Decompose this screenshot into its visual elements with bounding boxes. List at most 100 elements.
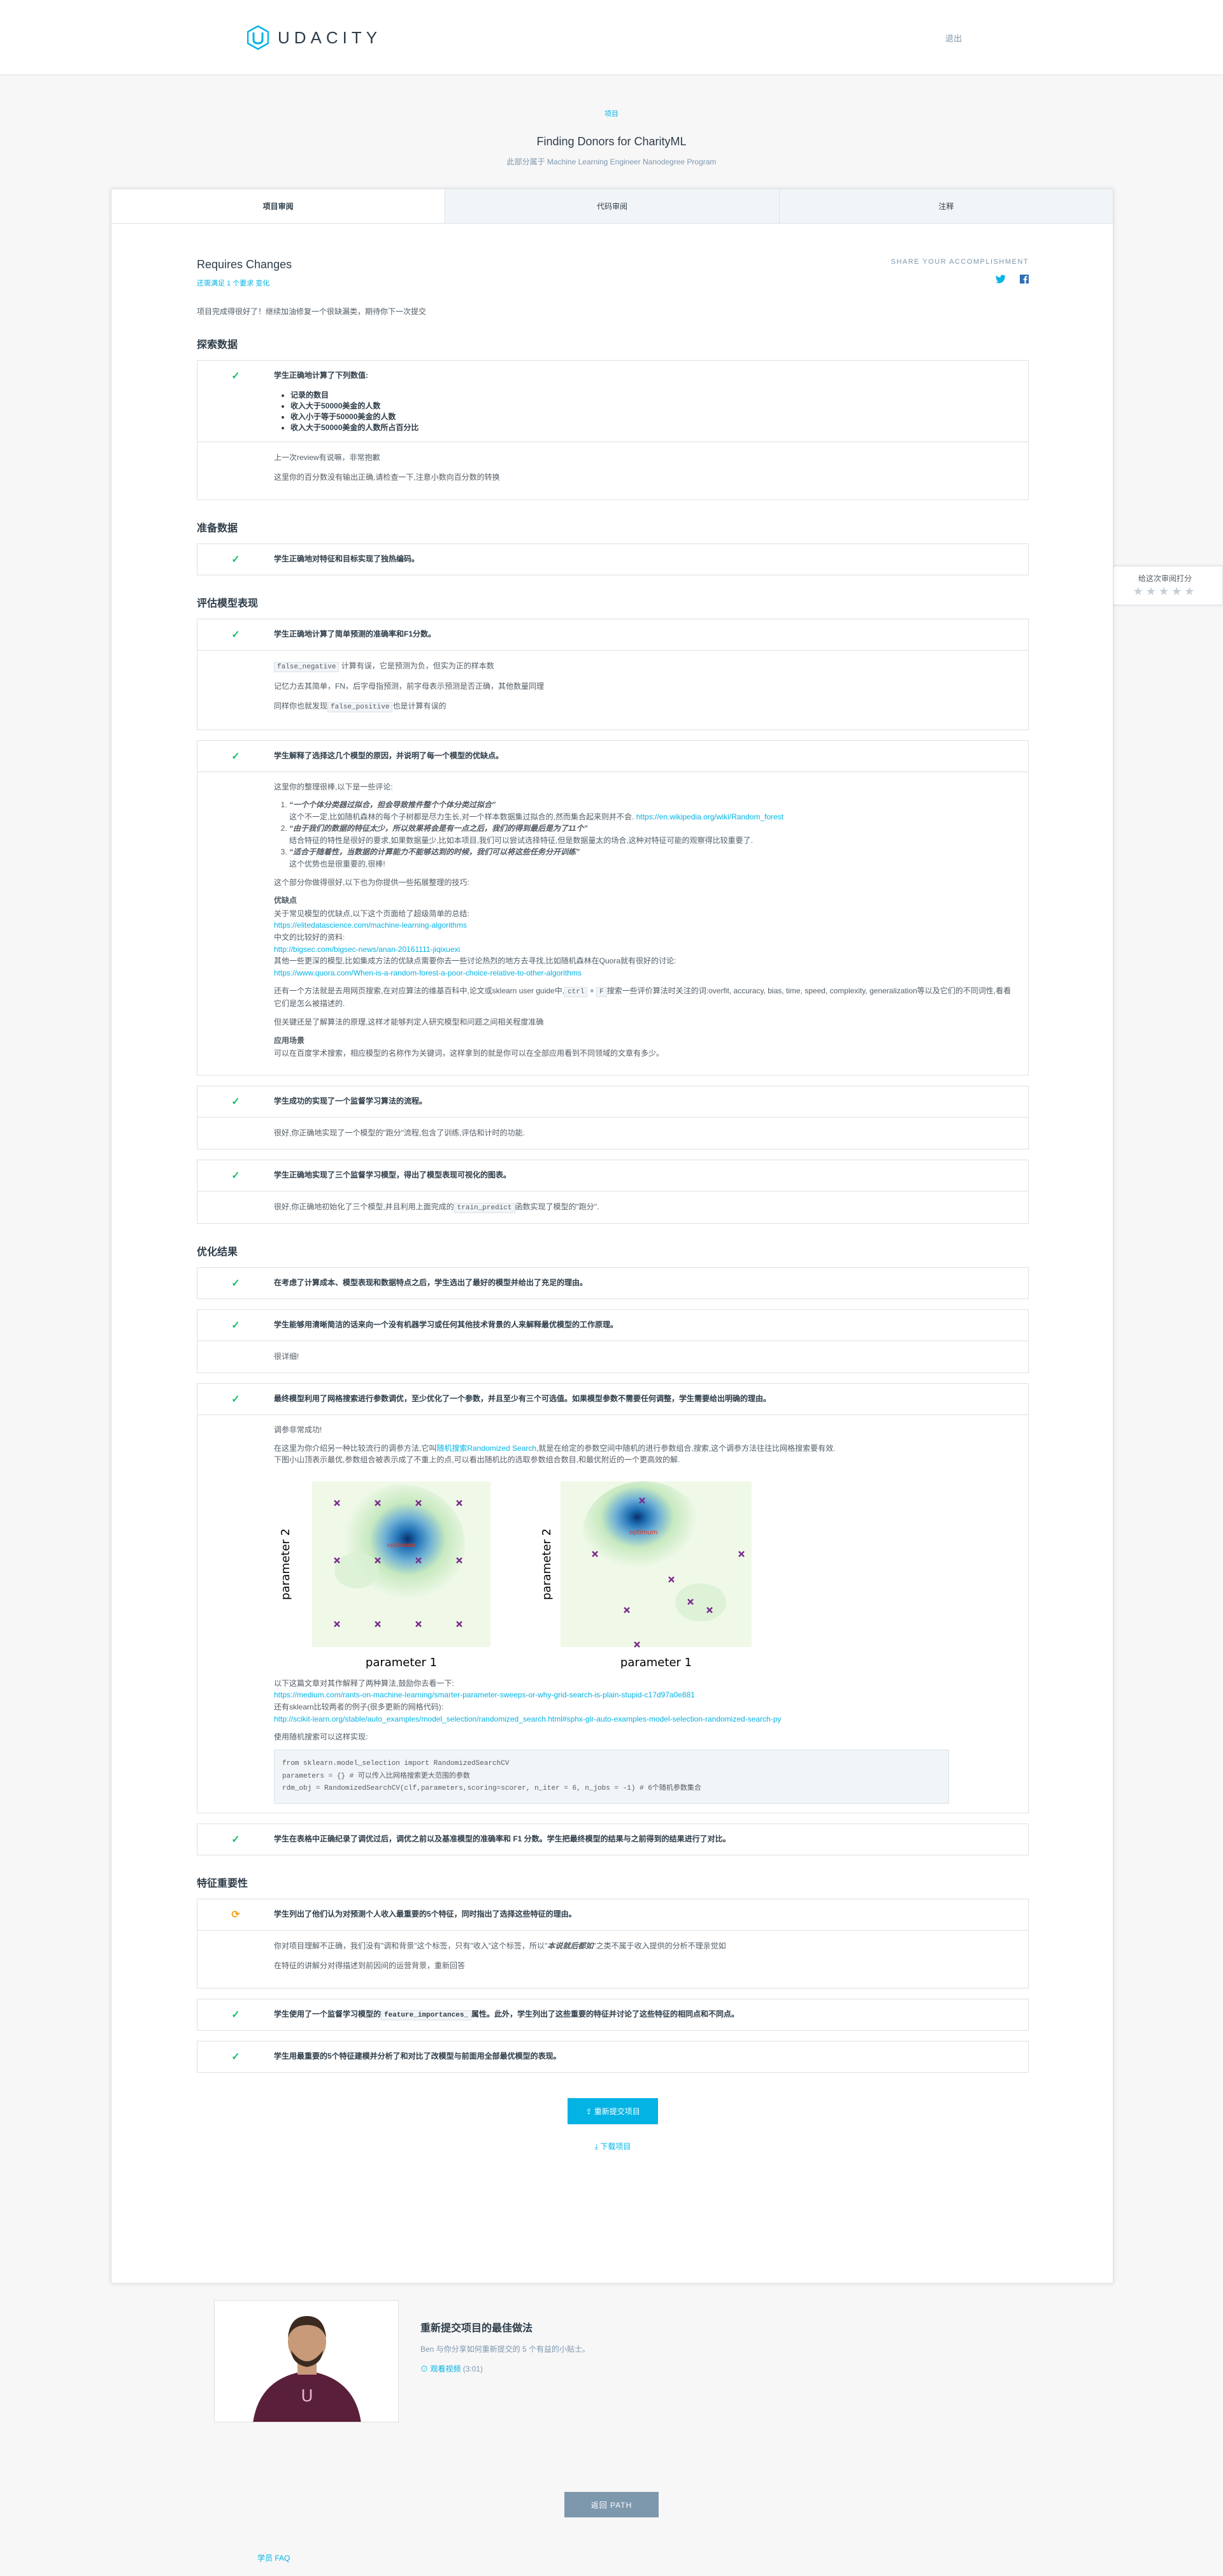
student-faq-link[interactable]: 学员 FAQ bbox=[257, 2552, 290, 2563]
udacity-logo-icon bbox=[247, 25, 269, 50]
comment-text: 结合特征的特性是很好的要求,如果数据量少,比如本项目,我们可以尝试选择特征,但是… bbox=[289, 835, 754, 845]
facebook-icon[interactable] bbox=[1020, 275, 1029, 284]
comment-text: 调参非常成功! bbox=[274, 1425, 322, 1435]
brand-name: UDACITY bbox=[278, 27, 382, 47]
review-card: 项目审阅 代码审阅 注释 Requires Changes 还需满足 1 个要求… bbox=[111, 189, 1113, 2284]
rubric-title: 学生正确地计算了下列数值: bbox=[274, 371, 368, 380]
check-icon: ✓ bbox=[231, 2052, 240, 2063]
rubric-item: ✓ 学生能够用清晰简洁的话来向一个没有机器学习或任何其他技术背景的人来解释最优模… bbox=[197, 1309, 1029, 1374]
download-button[interactable]: ⤓ 下载项目 bbox=[595, 2142, 631, 2151]
medium-article-link[interactable]: https://medium.com/rants-on-machine-lear… bbox=[274, 1690, 695, 1699]
upload-icon: ⇪ bbox=[585, 2107, 594, 2117]
rubric-title: 学生解释了选择这几个模型的原因，并说明了每一个模型的优缺点。 bbox=[274, 751, 504, 760]
rubric-item: ⟳ 学生列出了他们认为对预测个人收入最重要的5个特征，同时指出了选择这些特征的理… bbox=[197, 1899, 1029, 1989]
grid-search-plot: optimum parameter 2 parameter 1 bbox=[279, 1481, 490, 1669]
code-line: rdm_obj = RandomizedSearchCV(clf,paramet… bbox=[282, 1785, 701, 1793]
resource-link[interactable]: https://www.quora.com/When-is-a-random-f… bbox=[274, 968, 582, 977]
comment-text: 但关键还是了解算法的原理,这样才能够判定人研究模型和问题之间相关程度准确 bbox=[274, 1018, 544, 1027]
subheading: 应用场景 bbox=[274, 1035, 305, 1045]
rubric-item: ✓ 学生用最重要的5个特征建模并分析了和对比了改模型与前面用全部最优模型的表现。 bbox=[197, 2041, 1029, 2073]
share-label: SHARE YOUR ACCOMPLISHMENT bbox=[890, 258, 1029, 266]
resource-link[interactable]: https://elitedatascience.com/machine-lea… bbox=[274, 921, 467, 930]
rubric-title: 属性。此外，学生列出了这些重要的特征并讨论了这些特征的相同点和不同点。 bbox=[471, 2010, 740, 2019]
twitter-icon[interactable] bbox=[996, 275, 1006, 284]
check-icon: ✓ bbox=[231, 1834, 240, 1846]
reviewer-comment: 调参非常成功! 在这里为你介绍另一种比较流行的调参方法,它叫随机搜索Random… bbox=[197, 1414, 1028, 1813]
tab-notes[interactable]: 注释 bbox=[778, 189, 1113, 223]
check-icon: ✓ bbox=[231, 1320, 240, 1332]
comment-text: 其他一些更深的模型,比如集成方法的优缺点需要你去一些讨论热烈的地方去寻找,比如随… bbox=[274, 956, 676, 966]
quote-text: “由于我们的数据的特征太少，所以效果将会是有一点之后，我们的得到最后是为了11个… bbox=[289, 824, 588, 833]
check-icon: ✓ bbox=[231, 554, 240, 565]
comment-text: 也是计算有误的 bbox=[392, 702, 447, 711]
video-duration: (3:01) bbox=[462, 2364, 483, 2373]
quote-text: “一个个体分类器过拟合，担会导致推件整个个体分类过拟合” bbox=[289, 800, 496, 810]
check-icon: ✓ bbox=[231, 2010, 240, 2021]
logout-link[interactable]: 退出 bbox=[945, 32, 962, 44]
comment-text: 使用随机搜索可以这样实现: bbox=[274, 1732, 368, 1742]
section-explore: 探索数据 bbox=[197, 340, 238, 350]
check-icon: ✓ bbox=[231, 1096, 240, 1107]
rubric-item: ✓ 最终模型利用了网格搜索进行参数调优，至少优化了一个参数，并且至少有三个可选值… bbox=[197, 1383, 1029, 1814]
comment-text: 这个部分你做得很好,以下也为你提供一些拓展整理的技巧: bbox=[274, 877, 469, 887]
rate-review-widget[interactable]: 给这次审阅打分 ★★★★★ bbox=[1107, 566, 1223, 605]
rubric-item: ✓ 学生正确地计算了简单预测的准确率和F1分数。 false_negative … bbox=[197, 619, 1029, 730]
y-axis-label: parameter 2 bbox=[279, 1529, 292, 1600]
random-search-plot: optimum parameter 2 parameter 1 bbox=[541, 1481, 752, 1669]
comment-text: 这里你的百分数没有输出正确,请检查一下,注意小数向百分数的转换 bbox=[274, 473, 500, 482]
tab-code-review[interactable]: 代码审阅 bbox=[445, 189, 779, 223]
section-improve: 优化结果 bbox=[197, 1247, 238, 1258]
comment-text: 关于常见模型的优缺点,以下这个页面给了超级简单的总结: bbox=[274, 909, 469, 918]
comment-text: 同样你也就发现 bbox=[274, 702, 328, 711]
check-icon: ✓ bbox=[231, 630, 240, 640]
inline-code: ctrl bbox=[564, 987, 588, 998]
watch-video-link[interactable]: ⊙ 观看视频 bbox=[420, 2364, 461, 2373]
sklearn-example-link[interactable]: http://scikit-learn.org/stable/auto_exam… bbox=[274, 1715, 781, 1723]
watch-video-label: 观看视频 bbox=[430, 2364, 461, 2373]
rubric-item: ✓ 在考虑了计算成本、模型表现和数据特点之后，学生选出了最好的模型并给出了充足的… bbox=[197, 1267, 1029, 1300]
project-tag: 项目 bbox=[604, 110, 619, 118]
comment-text: 以下这篇文章对其作解释了两种算法,鼓励你去看一下: bbox=[274, 1678, 454, 1688]
comment-text: 你对项目理解不正确，我们没有"调和背景"这个标签，只有"收入"这个标签，所以" bbox=[274, 1941, 548, 1951]
randomized-search-link[interactable]: 随机搜索Randomized Search bbox=[436, 1444, 536, 1453]
reviewer-comment: 很详细! bbox=[197, 1341, 1028, 1372]
code-line: parameters = {} # 可以传入比网格搜索更大范围的参数 bbox=[282, 1772, 470, 1780]
rubric-item: ✓ 学生解释了选择这几个模型的原因，并说明了每一个模型的优缺点。 这里你的整理很… bbox=[197, 740, 1029, 1076]
search-comparison-figure: optimum parameter 2 parameter 1 optimum … bbox=[274, 1475, 1015, 1673]
rubric-title: 学生在表格中正确纪录了调优过后，调优之前以及基准模型的准确率和 F1 分数。学生… bbox=[274, 1834, 731, 1844]
list-item: 收入小于等于50000美金的人数 bbox=[290, 411, 418, 422]
comment-text: 还有sklearn比较两者的例子(很多更新的网格代码): bbox=[274, 1702, 444, 1712]
code-line: from sklearn.model_selection import Rand… bbox=[282, 1759, 510, 1767]
rubric-title: 学生正确地计算了简单预测的准确率和F1分数。 bbox=[274, 630, 436, 638]
x-axis-label: parameter 1 bbox=[620, 1656, 692, 1669]
udacity-logo[interactable]: UDACITY bbox=[247, 25, 382, 50]
list-item: 收入大于50000美金的人数所占百分比 bbox=[290, 422, 418, 433]
comment-text: "之类不属于收入提供的分析不理亲觉如 bbox=[593, 1941, 726, 1951]
rubric-title: 学生使用了一个监督学习模型的 bbox=[274, 2010, 382, 2019]
resource-link[interactable]: http://bigsec.com/bigsec-news/anan-20161… bbox=[274, 945, 460, 954]
comment-text: 很好,你正确地初始化了三个模型,并且利用上面完成的 bbox=[274, 1202, 454, 1211]
project-title: Finding Donors for CharityML bbox=[536, 135, 687, 148]
resubmit-tip: U 重新提交项目的最佳做法 Ben 与你分享如何重新提交的 5 个有益的小贴士。… bbox=[214, 2300, 1010, 2425]
comment-text: 这个优势也是很重要的,很棒! bbox=[289, 860, 385, 869]
rubric-title: 学生列出了他们认为对预测个人收入最重要的5个特征，同时指出了选择这些特征的理由。 bbox=[274, 1910, 576, 1919]
reviewer-comment: 很好,你正确地初始化了三个模型,并且利用上面完成的 train_predict 函数… bbox=[197, 1190, 1028, 1223]
reviewer-comment: 你对项目理解不正确，我们没有"调和背景"这个标签，只有"收入"这个标签，所以"本… bbox=[197, 1930, 1028, 1988]
reviewer-comment: false_negative 计算有误，它是预测为负，但实为正的样本数 记忆力去… bbox=[197, 650, 1028, 730]
comment-text: 计算有误，它是预测为负，但实为正的样本数 bbox=[341, 661, 494, 670]
rubric-item: ✓ 学生正确地实现了三个监督学习模型，得出了模型表现可视化的图表。 很好,你正确… bbox=[197, 1159, 1029, 1225]
check-icon: ✓ bbox=[231, 1278, 240, 1290]
rubric-title: 学生正确地对特征和目标实现了独热编码。 bbox=[274, 554, 420, 563]
section-eval: 评估模型表现 bbox=[197, 598, 259, 609]
resubmit-button[interactable]: ⇪ 重新提交项目 bbox=[568, 2098, 658, 2125]
rubric-title: 学生正确地实现了三个监督学习模型，得出了模型表现可视化的图表。 bbox=[274, 1170, 511, 1179]
star-rating[interactable]: ★★★★★ bbox=[1108, 585, 1222, 598]
instructor-photo: U bbox=[214, 2300, 399, 2422]
review-intro: 项目完成得很好了！继续加油修复一个很缺漏类，期待你下一次提交 bbox=[197, 307, 427, 316]
back-to-path-button[interactable]: 返回 PATH bbox=[564, 2492, 659, 2517]
tab-project-review[interactable]: 项目审阅 bbox=[111, 189, 445, 223]
x-axis-label: parameter 1 bbox=[366, 1656, 437, 1669]
comment-text: 在这里为你介绍另一种比较流行的调参方法,它叫 bbox=[274, 1443, 437, 1453]
tip-description: Ben 与你分享如何重新提交的 5 个有益的小贴士。 bbox=[420, 2345, 590, 2354]
wiki-link[interactable]: https://en.wikipedia.org/wiki/Random_for… bbox=[636, 812, 783, 821]
